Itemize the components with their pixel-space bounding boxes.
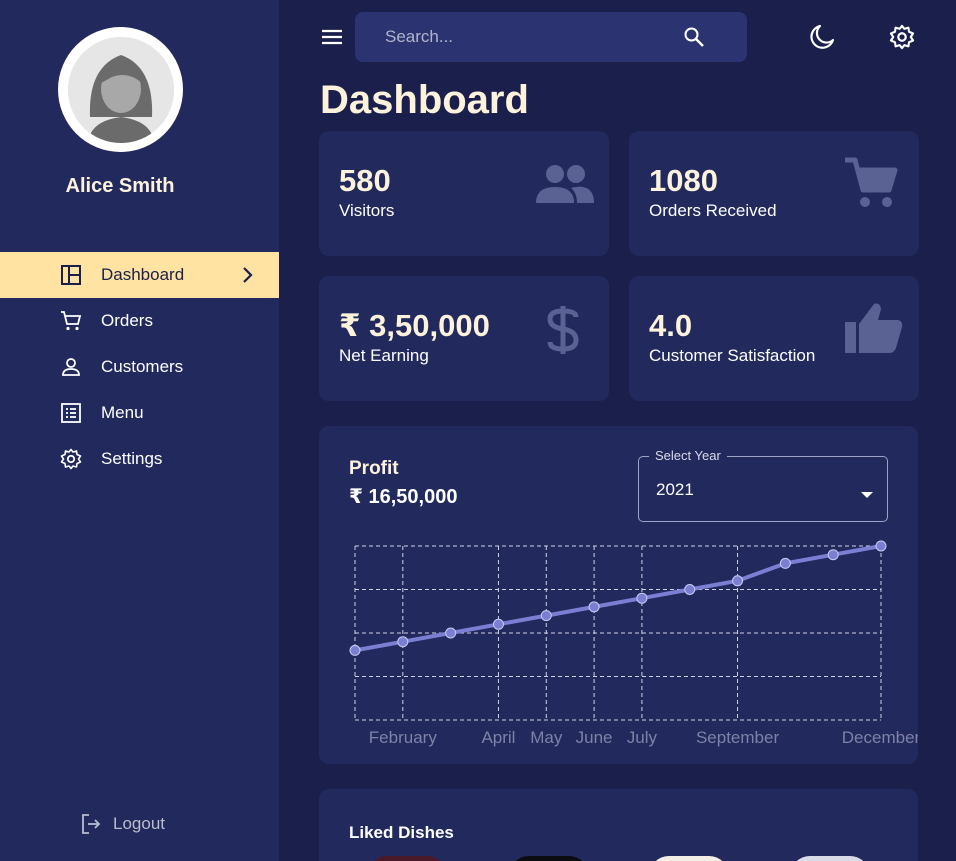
data-point	[636, 592, 648, 604]
stat-card-visitors: 580 Visitors	[319, 131, 609, 256]
sidebar-item-customers[interactable]: Customers	[0, 344, 279, 390]
dish-thumbnail[interactable]	[367, 856, 447, 861]
dish-thumbnail[interactable]	[649, 856, 729, 861]
search-button[interactable]	[683, 26, 705, 53]
stat-card-satisfaction: 4.0 Customer Satisfaction	[629, 276, 919, 401]
user-avatar-icon	[67, 36, 174, 143]
x-tick-label: December	[842, 728, 918, 747]
stat-label: Customer Satisfaction	[649, 346, 816, 365]
x-tick-label: February	[369, 728, 438, 747]
data-point	[684, 584, 696, 595]
stat-card-net-earning: ₹ 3,50,000 Net Earning	[319, 276, 609, 401]
chevron-right-icon	[241, 263, 255, 292]
menu-toggle-button[interactable]	[320, 25, 344, 54]
stat-label: Orders Received	[649, 201, 777, 220]
person-icon	[59, 355, 83, 379]
profit-line-chart: February April May June July September Decembe…	[349, 540, 918, 747]
dish-thumbnail[interactable]	[509, 856, 589, 861]
stat-value: 580	[339, 163, 391, 198]
sidebar-item-label: Menu	[101, 403, 144, 422]
logout-button[interactable]: Logout	[79, 812, 165, 836]
stat-value: ₹ 3,50,000	[339, 308, 490, 343]
profit-card: Profit ₹ 16,50,000 Select Year 2021 Febr…	[319, 426, 918, 764]
sidebar-item-orders[interactable]: Orders	[0, 298, 279, 344]
user-name: Alice Smith	[65, 175, 175, 197]
sidebar-item-settings[interactable]: Settings	[0, 436, 279, 482]
settings-button[interactable]	[888, 23, 916, 56]
sidebar: Alice Smith Dashboard Orders Customers M…	[0, 0, 279, 861]
avatar[interactable]	[58, 27, 183, 152]
dark-mode-toggle[interactable]	[808, 23, 836, 56]
sidebar-item-menu[interactable]: Menu	[0, 390, 279, 436]
logout-label: Logout	[113, 814, 165, 833]
dollar-icon	[545, 304, 581, 361]
stat-card-orders: 1080 Orders Received	[629, 131, 919, 256]
gear-icon	[59, 447, 83, 471]
page-title: Dashboard	[320, 78, 529, 122]
x-tick-label: May	[530, 728, 563, 747]
sidebar-item-label: Settings	[101, 449, 163, 468]
x-tick-label: June	[576, 728, 613, 747]
sidebar-item-label: Orders	[101, 311, 153, 330]
profit-series-line	[354, 544, 882, 653]
thumbs-up-icon	[844, 300, 904, 359]
data-point	[827, 549, 839, 561]
list-icon	[59, 401, 83, 425]
data-point	[397, 636, 409, 648]
x-tick-label: April	[481, 728, 515, 747]
sidebar-item-label: Customers	[101, 357, 184, 376]
sidebar-item-label: Dashboard	[101, 265, 185, 284]
stat-label: Net Earning	[339, 346, 429, 365]
cart-icon	[843, 156, 899, 217]
search-input[interactable]	[385, 26, 665, 48]
gear-icon	[888, 24, 916, 55]
x-tick-label: September	[696, 728, 779, 747]
stat-value: 1080	[649, 163, 718, 198]
sidebar-item-dashboard[interactable]: Dashboard	[0, 252, 279, 298]
cart-icon	[59, 309, 83, 333]
stat-label: Visitors	[339, 201, 395, 220]
logout-icon	[79, 812, 103, 836]
sidebar-nav: Dashboard Orders Customers Menu Settings	[0, 252, 279, 482]
data-point	[540, 610, 552, 622]
liked-dishes-card: Liked Dishes	[319, 789, 918, 861]
search-icon	[683, 27, 705, 52]
data-point	[875, 540, 887, 552]
liked-dishes-title: Liked Dishes	[349, 823, 454, 842]
hamburger-icon	[320, 29, 344, 53]
data-point	[349, 644, 361, 656]
data-point	[492, 618, 504, 630]
data-point	[779, 557, 791, 569]
x-tick-label: July	[627, 728, 658, 747]
group-icon	[535, 163, 595, 210]
stat-value: 4.0	[649, 308, 693, 343]
data-point	[732, 575, 744, 587]
dashboard-icon	[59, 263, 83, 287]
dish-thumbnail[interactable]	[790, 856, 870, 861]
moon-icon	[808, 24, 836, 55]
data-point	[588, 601, 600, 613]
data-point	[445, 627, 457, 639]
